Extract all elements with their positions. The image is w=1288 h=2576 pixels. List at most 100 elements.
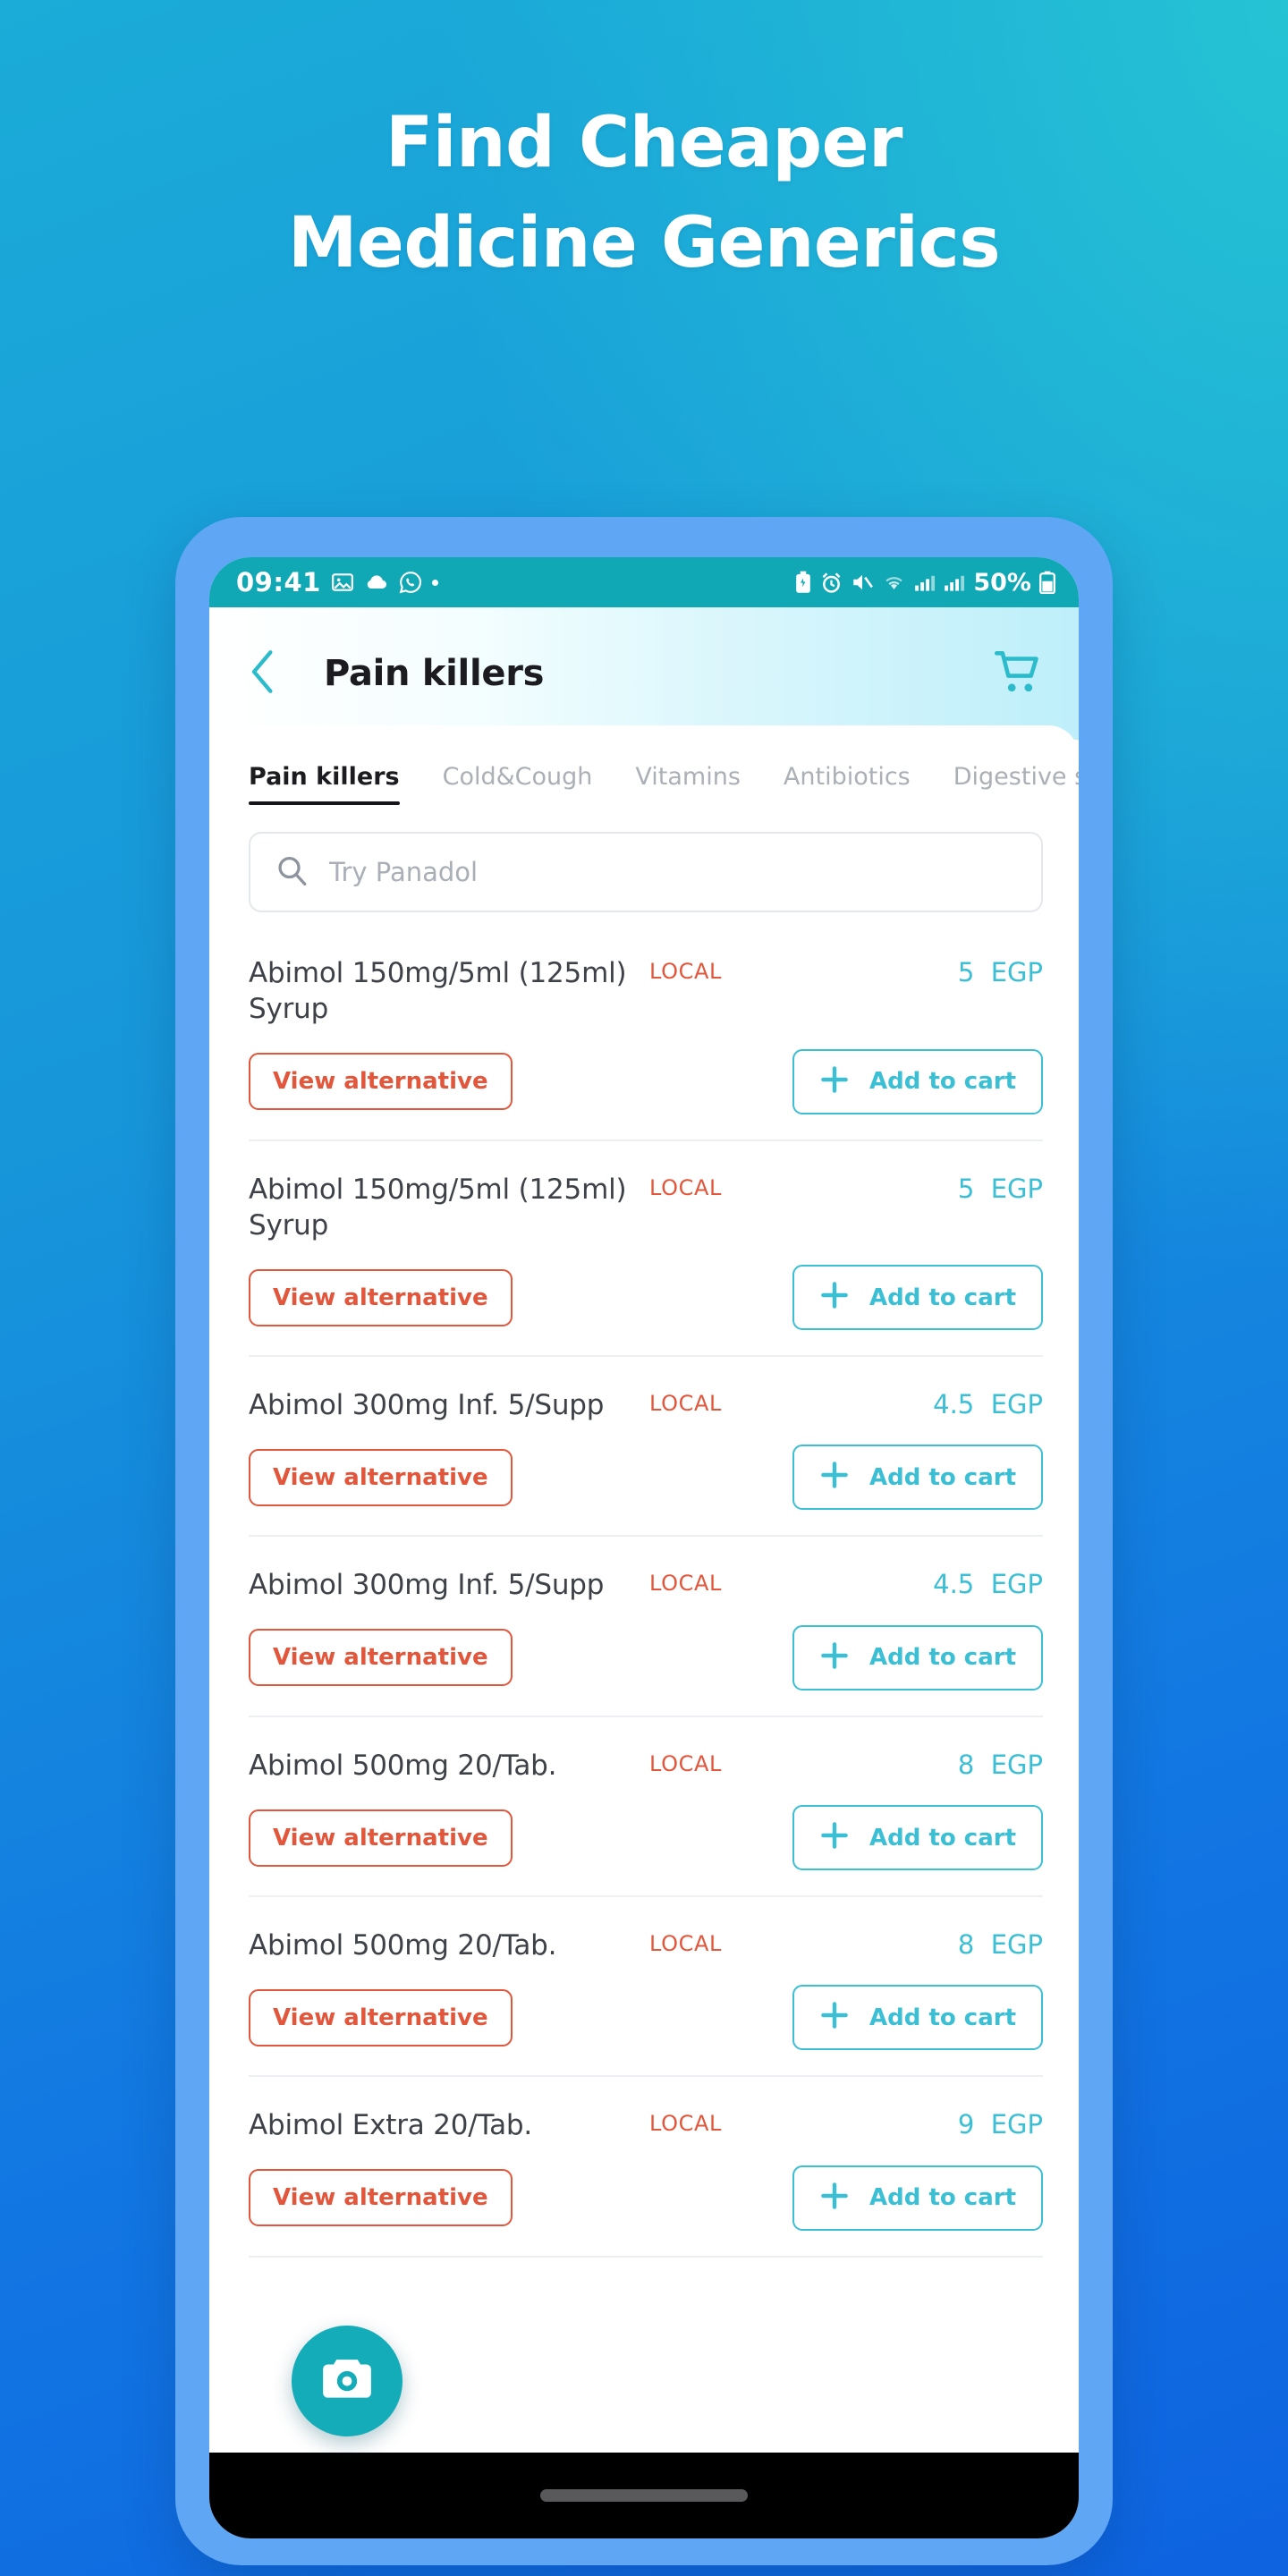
tab-pain-killers[interactable]: Pain killers xyxy=(249,763,400,805)
plus-icon xyxy=(819,1640,850,1675)
view-alternative-button[interactable]: View alternative xyxy=(249,1629,513,1687)
view-alternative-button[interactable]: View alternative xyxy=(249,1053,513,1111)
add-to-cart-button[interactable]: Add to cart xyxy=(792,2165,1043,2231)
product-price: 8 EGP xyxy=(957,1749,1043,1780)
view-alternative-button[interactable]: View alternative xyxy=(249,1448,513,1506)
product-name: Abimol 500mg 20/Tab. xyxy=(249,1749,557,1782)
add-to-cart-button[interactable]: Add to cart xyxy=(792,1624,1043,1690)
dot-icon xyxy=(431,579,438,586)
phone-mockup: 09:41 50% Pain killers Pain killers Cold… xyxy=(175,517,1113,2565)
table-row[interactable]: Abimol 150mg/5ml (125ml) Syrup LOCAL 5 E… xyxy=(249,1141,1043,1358)
status-badge: LOCAL xyxy=(649,2111,722,2137)
add-to-cart-button[interactable]: Add to cart xyxy=(792,1445,1043,1511)
search-icon xyxy=(275,854,308,891)
mute-icon xyxy=(851,572,874,593)
add-to-cart-label: Add to cart xyxy=(869,1644,1016,1672)
tab-label: Pain killers xyxy=(249,763,400,791)
tab-label: Vitamins xyxy=(635,763,741,791)
battery-saver-icon xyxy=(794,571,812,594)
gesture-pill[interactable] xyxy=(540,2489,748,2502)
status-bar: 09:41 50% xyxy=(209,557,1079,607)
photo-icon xyxy=(331,571,354,594)
content-sheet: Pain killers Cold&Cough Vitamins Antibio… xyxy=(209,725,1079,2470)
table-row[interactable]: Abimol 300mg Inf. 5/Supp LOCAL 4.5 EGP V… xyxy=(249,1537,1043,1717)
promo-headline: Find Cheaper Medicine Generics xyxy=(0,103,1288,284)
promo-line-1: Find Cheaper xyxy=(385,103,903,183)
wifi-icon xyxy=(882,572,906,592)
product-price: 5 EGP xyxy=(957,1173,1043,1204)
battery-percent: 50% xyxy=(973,568,1031,597)
cloud-icon xyxy=(364,572,389,592)
add-to-cart-label: Add to cart xyxy=(869,1824,1016,1852)
plus-icon xyxy=(819,1820,850,1855)
whatsapp-icon xyxy=(399,571,422,594)
tab-label: Cold&Cough xyxy=(442,763,593,791)
product-name: Abimol 500mg 20/Tab. xyxy=(249,1929,557,1962)
view-alternative-button[interactable]: View alternative xyxy=(249,1809,513,1867)
promo-line-2: Medicine Generics xyxy=(287,203,1001,284)
product-name: Abimol 150mg/5ml (125ml) Syrup xyxy=(249,957,627,1026)
add-to-cart-label: Add to cart xyxy=(869,1463,1016,1491)
plus-icon xyxy=(819,2000,850,2035)
add-to-cart-label: Add to cart xyxy=(869,1284,1016,1311)
status-badge: LOCAL xyxy=(649,1391,722,1417)
status-badge: LOCAL xyxy=(649,1750,722,1776)
add-to-cart-button[interactable]: Add to cart xyxy=(792,1048,1043,1114)
gesture-nav-bar xyxy=(209,2453,1079,2538)
view-alternative-button[interactable]: View alternative xyxy=(249,1988,513,2046)
table-row[interactable]: Abimol 150mg/5ml (125ml) Syrup LOCAL 5 E… xyxy=(249,925,1043,1141)
tab-antibiotics[interactable]: Antibiotics xyxy=(784,763,911,805)
tab-label: Digestive system xyxy=(953,763,1079,791)
product-name: Abimol Extra 20/Tab. xyxy=(249,2109,533,2142)
table-row[interactable]: Abimol 300mg Inf. 5/Supp LOCAL 4.5 EGP V… xyxy=(249,1357,1043,1538)
table-row[interactable]: Abimol Extra 20/Tab. LOCAL 9 EGP View al… xyxy=(249,2077,1043,2258)
product-name: Abimol 300mg Inf. 5/Supp xyxy=(249,1569,605,1602)
page-title: Pain killers xyxy=(324,653,545,694)
add-to-cart-button[interactable]: Add to cart xyxy=(792,1985,1043,2051)
alarm-icon xyxy=(820,572,843,594)
category-tabs: Pain killers Cold&Cough Vitamins Antibio… xyxy=(209,725,1079,805)
product-price: 9 EGP xyxy=(957,2109,1043,2140)
camera-icon xyxy=(319,2354,375,2409)
camera-scan-fab[interactable] xyxy=(292,2326,402,2436)
search-input[interactable]: Try Panadol xyxy=(249,832,1043,912)
table-row[interactable]: Abimol 500mg 20/Tab. LOCAL 8 EGP View al… xyxy=(249,1717,1043,1898)
status-badge: LOCAL xyxy=(649,1571,722,1597)
back-chevron-icon xyxy=(248,649,278,699)
plus-icon xyxy=(819,1460,850,1495)
add-to-cart-label: Add to cart xyxy=(869,2184,1016,2212)
status-time: 09:41 xyxy=(236,567,321,597)
plus-icon xyxy=(819,1064,850,1099)
tab-vitamins[interactable]: Vitamins xyxy=(635,763,741,805)
back-button[interactable] xyxy=(240,649,286,699)
signal-1-icon xyxy=(914,572,936,592)
search-placeholder: Try Panadol xyxy=(329,857,479,887)
product-price: 4.5 EGP xyxy=(933,1389,1043,1420)
plus-icon xyxy=(819,2181,850,2216)
signal-2-icon xyxy=(944,572,965,592)
cart-button[interactable] xyxy=(986,642,1048,705)
add-to-cart-button[interactable]: Add to cart xyxy=(792,1265,1043,1331)
product-list: Abimol 150mg/5ml (125ml) Syrup LOCAL 5 E… xyxy=(209,925,1079,2258)
product-price: 4.5 EGP xyxy=(933,1569,1043,1600)
tab-cold-cough[interactable]: Cold&Cough xyxy=(443,763,593,805)
view-alternative-button[interactable]: View alternative xyxy=(249,1268,513,1326)
status-badge: LOCAL xyxy=(649,1931,722,1957)
status-badge: LOCAL xyxy=(649,959,722,984)
plus-icon xyxy=(819,1280,850,1315)
add-to-cart-label: Add to cart xyxy=(869,2004,1016,2031)
product-price: 5 EGP xyxy=(957,957,1043,987)
tab-label: Antibiotics xyxy=(783,763,911,791)
table-row[interactable]: Abimol 500mg 20/Tab. LOCAL 8 EGP View al… xyxy=(249,1897,1043,2078)
cart-icon xyxy=(989,644,1045,704)
add-to-cart-button[interactable]: Add to cart xyxy=(792,1805,1043,1871)
product-name: Abimol 300mg Inf. 5/Supp xyxy=(249,1389,605,1422)
status-badge: LOCAL xyxy=(649,1174,722,1200)
phone-screen: 09:41 50% Pain killers Pain killers Cold… xyxy=(209,557,1079,2538)
view-alternative-button[interactable]: View alternative xyxy=(249,2169,513,2227)
app-bar: Pain killers xyxy=(209,607,1079,740)
tab-digestive-system[interactable]: Digestive system xyxy=(953,763,1079,805)
product-price: 8 EGP xyxy=(957,1929,1043,1961)
battery-icon xyxy=(1039,571,1055,594)
add-to-cart-label: Add to cart xyxy=(869,1068,1016,1096)
